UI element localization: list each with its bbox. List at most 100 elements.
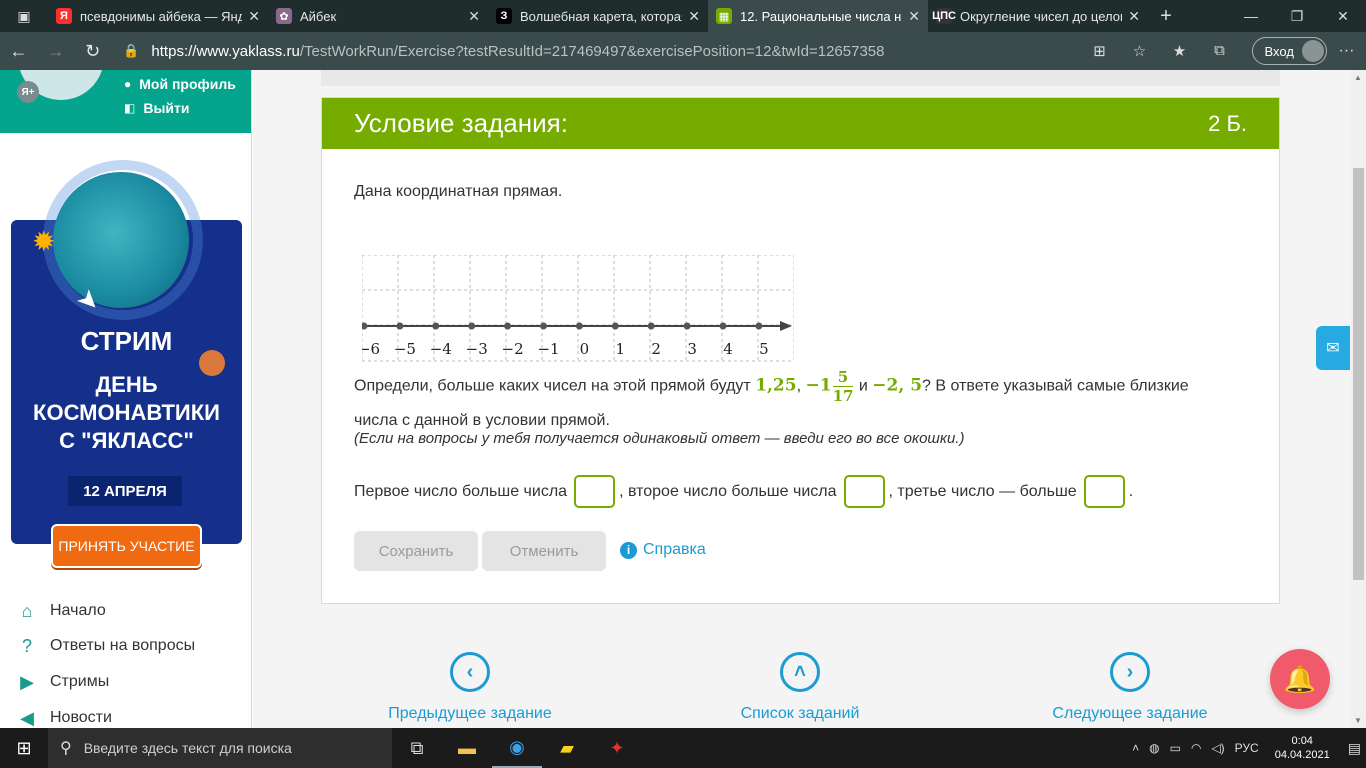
browser-tab[interactable]: Япсевдонимы айбека — Яндекс ✕ bbox=[48, 0, 268, 32]
notifications-icon[interactable]: ▤ bbox=[1348, 740, 1361, 757]
tab-favicon-icon: ✿ bbox=[276, 8, 292, 24]
task-list-label: Список заданий bbox=[740, 705, 860, 722]
wifi-icon[interactable]: ◠ bbox=[1191, 741, 1201, 755]
reload-icon[interactable]: ↻ bbox=[74, 32, 111, 70]
sidebar-item-answers[interactable]: ? Ответы на вопросы bbox=[16, 635, 195, 657]
clock[interactable]: 0:04 04.04.2021 bbox=[1270, 734, 1335, 762]
forward-icon[interactable]: → bbox=[37, 32, 74, 70]
restore-icon[interactable]: ❐ bbox=[1274, 0, 1320, 32]
answer-label-1: Первое число больше числа bbox=[354, 482, 568, 500]
tab-favicon-icon: Я bbox=[56, 8, 72, 24]
axis-point bbox=[755, 322, 763, 330]
tab-close-icon[interactable]: ✕ bbox=[908, 8, 920, 25]
tab-close-icon[interactable]: ✕ bbox=[248, 8, 260, 25]
browser-tab[interactable]: З Волшебная карета, которая ✕ bbox=[488, 0, 708, 32]
tick-label: −3 bbox=[466, 340, 488, 358]
promo-title: СТРИМ bbox=[80, 326, 173, 356]
task-header: Условие задания: 2 Б. bbox=[322, 98, 1279, 149]
tab-label: псевдонимы айбека — Яндекс bbox=[80, 8, 243, 24]
clock-time: 0:04 bbox=[1291, 735, 1313, 747]
collections-icon[interactable]: ⧉ bbox=[1200, 42, 1240, 60]
tick-label: −1 bbox=[537, 340, 559, 358]
axis-point bbox=[468, 322, 476, 330]
browser-tab[interactable]: ▦ 12. Рациональные числа на ✕ bbox=[708, 0, 928, 32]
lock-icon: 🔒 bbox=[123, 43, 140, 58]
prev-task-link[interactable]: ‹ Предыдущее задание bbox=[360, 652, 580, 723]
tray-app-icon[interactable]: ◍ bbox=[1149, 741, 1159, 755]
new-tab-icon[interactable]: + bbox=[1148, 0, 1184, 32]
sidebar: Я+ ● Мой профиль ◧ Выйти ➤ ✹ СТРИМ ДЕНЬ … bbox=[0, 70, 252, 728]
answer-input-3[interactable] bbox=[1083, 475, 1125, 508]
minimize-icon[interactable]: — bbox=[1228, 0, 1274, 32]
bell-icon[interactable]: 🔔 bbox=[1270, 649, 1330, 709]
taskbar-search[interactable]: ⚲ Введите здесь текст для поиска bbox=[48, 728, 392, 768]
sidebar-item-home[interactable]: ⌂ Начало bbox=[16, 600, 106, 622]
browser-tab[interactable]: ЦПС Округление чисел до целого ✕ bbox=[928, 0, 1148, 32]
sidebar-item-news[interactable]: ◀ Новости bbox=[16, 707, 112, 728]
logout-link[interactable]: ◧ Выйти bbox=[124, 100, 189, 116]
question-icon: ? bbox=[21, 635, 32, 656]
answer-label-3: , третье число — больше bbox=[888, 482, 1077, 500]
axis-point bbox=[719, 322, 727, 330]
tab-favicon-icon: ЦПС bbox=[932, 8, 956, 24]
task-view-icon[interactable]: ⧉ bbox=[392, 728, 442, 768]
language-indicator[interactable]: РУС bbox=[1235, 741, 1259, 755]
more-icon[interactable]: ··· bbox=[1327, 42, 1366, 60]
question-note: (Если на вопросы у тебя получается одина… bbox=[354, 430, 965, 447]
axis-point bbox=[504, 322, 512, 330]
tick-label: −4 bbox=[430, 340, 452, 358]
join-button[interactable]: ПРИНЯТЬ УЧАСТИЕ bbox=[51, 524, 202, 568]
and-word: и bbox=[858, 377, 868, 395]
yaklass-plus-badge[interactable]: Я+ bbox=[17, 81, 39, 103]
scroll-up-icon[interactable]: ▲ bbox=[1354, 73, 1362, 82]
back-icon[interactable]: ← bbox=[0, 32, 37, 70]
chevron-left-icon: ‹ bbox=[450, 652, 490, 692]
file-explorer-icon[interactable]: ▬ bbox=[442, 728, 492, 768]
scrollbar-thumb[interactable] bbox=[1353, 168, 1364, 580]
help-link[interactable]: i Справка bbox=[620, 541, 706, 559]
value-2-fraction: 5 17 bbox=[832, 368, 854, 405]
answer-end: . bbox=[1128, 482, 1134, 500]
sidebar-item-streams[interactable]: ▶ Стримы bbox=[16, 671, 109, 693]
promo-date: 12 АПРЕЛЯ bbox=[68, 476, 182, 506]
tray-chevron-icon[interactable]: ˄ bbox=[1132, 741, 1139, 755]
scrollbar[interactable]: ▲ ▼ bbox=[1351, 70, 1366, 728]
favorites-icon[interactable]: ★ bbox=[1160, 42, 1200, 60]
fraction-denominator: 17 bbox=[832, 387, 854, 405]
url-host: https://www.yaklass.ru bbox=[151, 42, 300, 60]
tab-label: Айбек bbox=[300, 8, 337, 24]
close-window-icon[interactable]: ✕ bbox=[1320, 0, 1366, 32]
promo-subtitle-3: С "ЯКЛАСС" bbox=[59, 428, 194, 453]
tab-close-icon[interactable]: ✕ bbox=[468, 8, 480, 25]
tab-close-icon[interactable]: ✕ bbox=[688, 8, 700, 25]
browser-tab[interactable]: ✿ Айбек ✕ bbox=[268, 0, 488, 32]
windows-start-icon[interactable]: ⊞ bbox=[0, 728, 48, 768]
answer-input-2[interactable] bbox=[843, 475, 885, 508]
reader-icon[interactable]: ⊞ bbox=[1080, 42, 1120, 60]
axis-point bbox=[360, 322, 368, 330]
volume-icon[interactable]: ◁) bbox=[1211, 741, 1224, 755]
answer-input-1[interactable] bbox=[574, 475, 616, 508]
save-button[interactable]: Сохранить bbox=[354, 531, 478, 571]
login-button[interactable]: Вход bbox=[1251, 37, 1327, 65]
my-profile-link[interactable]: ● Мой профиль bbox=[124, 76, 236, 92]
url-field[interactable]: 🔒 https://www.yaklass.ru/TestWorkRun/Exe… bbox=[115, 36, 1071, 66]
axis-arrow-icon bbox=[780, 321, 792, 331]
tab-favicon-icon: ▦ bbox=[716, 8, 732, 24]
megaphone-icon: ◀ bbox=[20, 707, 34, 728]
tab-actions-icon[interactable]: ▣ bbox=[0, 0, 48, 32]
sticky-notes-icon[interactable]: ▰ bbox=[542, 728, 592, 768]
mail-icon[interactable]: ✉ bbox=[1316, 326, 1350, 370]
edge-icon[interactable]: ◉ bbox=[492, 728, 542, 768]
task-list-link[interactable]: ˄ Список заданий bbox=[690, 652, 910, 723]
next-task-link[interactable]: › Следующее задание bbox=[1020, 652, 1240, 723]
add-favorite-icon[interactable]: ☆ bbox=[1120, 42, 1160, 60]
game-app-icon[interactable]: ✦ bbox=[592, 728, 642, 768]
number-line: −6 −5 −4 −3 −2 −1 0 1 2 3 4 5 bbox=[358, 254, 795, 362]
cancel-button[interactable]: Отменить bbox=[482, 531, 606, 571]
tick-label: −5 bbox=[394, 340, 416, 358]
battery-icon[interactable]: ▭ bbox=[1170, 741, 1181, 755]
scroll-down-icon[interactable]: ▼ bbox=[1354, 716, 1362, 725]
address-icons: ⊞ ☆ ★ ⧉ bbox=[1080, 42, 1240, 60]
tab-close-icon[interactable]: ✕ bbox=[1128, 8, 1140, 25]
